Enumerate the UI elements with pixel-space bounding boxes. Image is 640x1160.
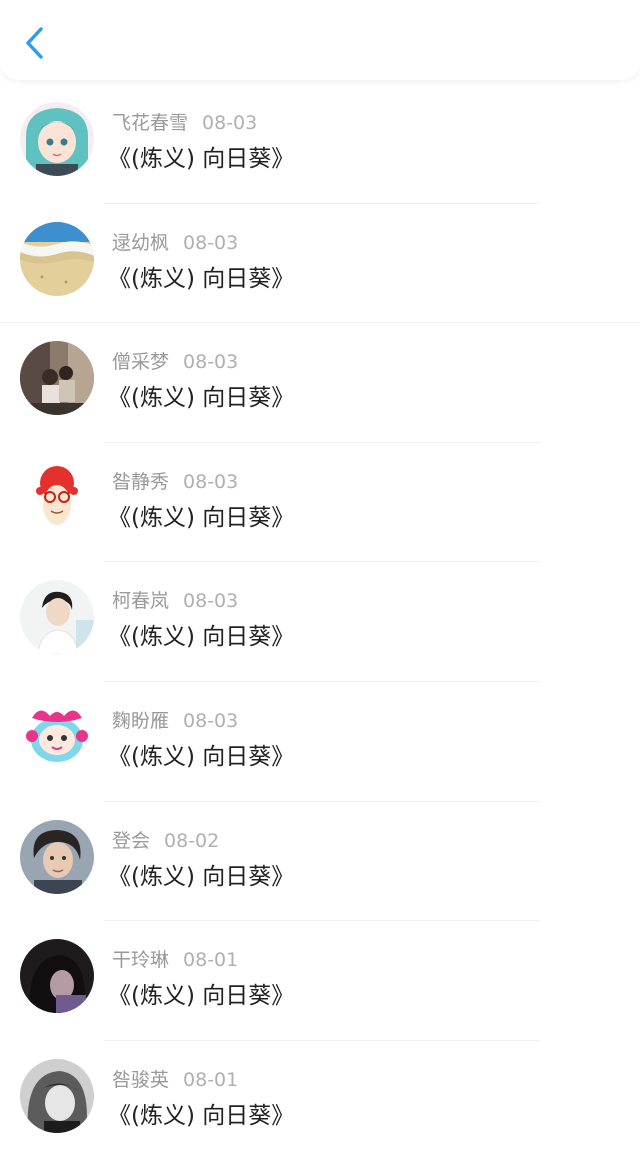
- item-date: 08-03: [183, 470, 239, 493]
- item-title[interactable]: 《(炼义) 向日葵》: [108, 498, 294, 532]
- item-date: 08-03: [183, 590, 239, 613]
- list-item[interactable]: 飞花春雪 08-03 《(炼义) 向日葵》: [0, 84, 640, 204]
- user-name: 飞花春雪: [112, 112, 189, 134]
- item-date: 08-02: [164, 829, 220, 852]
- item-title[interactable]: 《(炼义) 向日葵》: [108, 378, 294, 412]
- message-list: 飞花春雪 08-03 《(炼义) 向日葵》 逯幼枫 08-03 《(炼义) 向日葵》: [0, 84, 640, 1160]
- item-meta: 飞花春雪 08-03: [112, 108, 257, 135]
- item-date: 08-03: [183, 231, 239, 254]
- item-date: 08-03: [183, 351, 239, 374]
- item-meta: 僧采梦 08-03: [112, 347, 238, 374]
- item-title[interactable]: 《(炼义) 向日葵》: [108, 737, 294, 771]
- user-name: 僧采梦: [112, 351, 170, 374]
- avatar[interactable]: [20, 221, 94, 296]
- avatar[interactable]: [20, 939, 94, 1014]
- avatar[interactable]: [20, 819, 94, 894]
- item-date: 08-03: [183, 709, 239, 732]
- top-bar: [0, 0, 640, 80]
- item-title[interactable]: 《(炼义) 向日葵》: [108, 259, 294, 293]
- list-item[interactable]: 逯幼枫 08-03 《(炼义) 向日葵》: [0, 204, 640, 324]
- user-name: 逯幼枫: [112, 231, 170, 254]
- list-item[interactable]: 僧采梦 08-03 《(炼义) 向日葵》: [0, 323, 640, 443]
- avatar[interactable]: [20, 460, 94, 535]
- list-item[interactable]: 登会 08-02 《(炼义) 向日葵》: [0, 802, 640, 922]
- item-meta: 咎骏英 08-01: [112, 1065, 238, 1092]
- list-item[interactable]: 昝静秀 08-03 《(炼义) 向日葵》: [0, 443, 640, 563]
- user-name: 登会: [112, 829, 151, 852]
- user-name: 麴盼雁: [112, 709, 170, 732]
- item-date: 08-03: [202, 112, 258, 134]
- user-name: 柯春岚: [112, 590, 170, 613]
- avatar[interactable]: [20, 1058, 94, 1133]
- list-item[interactable]: 咎骏英 08-01 《(炼义) 向日葵》: [0, 1041, 640, 1160]
- user-name: 昝静秀: [112, 470, 170, 493]
- item-meta: 逯幼枫 08-03: [112, 228, 238, 255]
- item-meta: 干玲琳 08-01: [112, 945, 238, 972]
- list-item[interactable]: 干玲琳 08-01 《(炼义) 向日葵》: [0, 921, 640, 1041]
- item-meta: 昝静秀 08-03: [112, 467, 238, 494]
- back-button[interactable]: [14, 20, 56, 66]
- chevron-left-icon: [26, 27, 43, 59]
- item-title[interactable]: 《(炼义) 向日葵》: [108, 1096, 294, 1130]
- item-date: 08-01: [183, 1068, 239, 1091]
- item-meta: 柯春岚 08-03: [112, 586, 238, 613]
- avatar[interactable]: [20, 341, 94, 416]
- item-meta: 麴盼雁 08-03: [112, 706, 238, 733]
- item-title[interactable]: 《(炼义) 向日葵》: [108, 617, 294, 651]
- user-name: 干玲琳: [112, 949, 170, 972]
- list-item[interactable]: 麴盼雁 08-03 《(炼义) 向日葵》: [0, 682, 640, 802]
- item-meta: 登会 08-02: [112, 826, 219, 853]
- avatar[interactable]: [20, 699, 94, 774]
- avatar[interactable]: [20, 102, 94, 176]
- item-date: 08-01: [183, 949, 239, 972]
- user-name: 咎骏英: [112, 1068, 170, 1091]
- item-title[interactable]: 《(炼义) 向日葵》: [108, 857, 294, 891]
- item-title[interactable]: 《(炼义) 向日葵》: [108, 139, 294, 173]
- avatar[interactable]: [20, 580, 94, 655]
- item-title[interactable]: 《(炼义) 向日葵》: [108, 976, 294, 1010]
- list-item[interactable]: 柯春岚 08-03 《(炼义) 向日葵》: [0, 562, 640, 682]
